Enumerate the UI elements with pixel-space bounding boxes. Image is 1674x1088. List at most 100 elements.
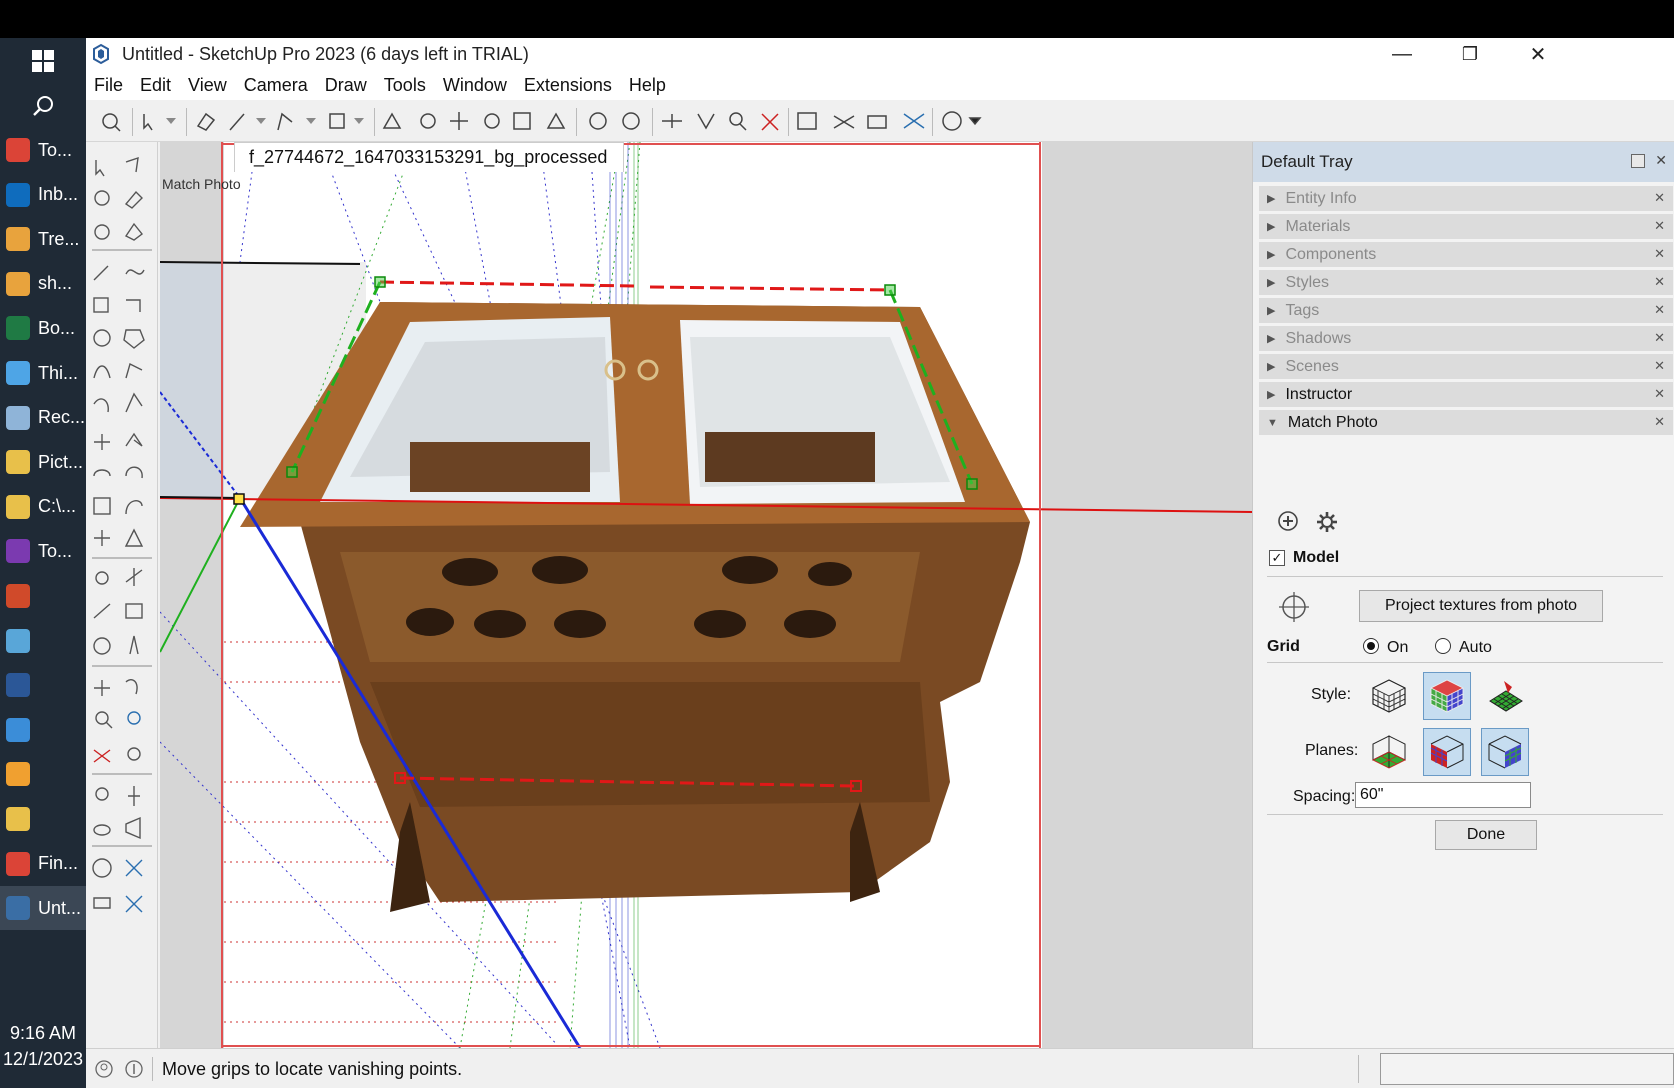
panel-entity-info[interactable]: ▶ Entity Info ✕ xyxy=(1259,186,1673,212)
pin-icon[interactable] xyxy=(1631,154,1645,168)
close-icon[interactable]: ✕ xyxy=(1655,152,1667,169)
panel-label: Materials xyxy=(1285,217,1351,235)
divider xyxy=(1267,576,1663,577)
model-checkbox[interactable]: ✓ xyxy=(1269,550,1285,566)
status-bar: Move grips to locate vanishing points. xyxy=(86,1048,1674,1088)
drawing-viewport[interactable]: f_27744672_1647033153291_bg_processed Ma… xyxy=(160,142,1252,1048)
menu-camera[interactable]: Camera xyxy=(244,75,308,96)
grid-on-radio[interactable] xyxy=(1363,638,1379,654)
close-button[interactable]: ✕ xyxy=(1504,38,1572,70)
close-icon[interactable]: ✕ xyxy=(1654,190,1665,206)
menu-window[interactable]: Window xyxy=(443,75,507,96)
crosshair-icon[interactable] xyxy=(1279,592,1309,622)
tray-header: Default Tray ✕ xyxy=(1253,142,1674,182)
panel-styles[interactable]: ▶ Styles ✕ xyxy=(1259,270,1673,296)
gear-icon[interactable] xyxy=(1315,510,1339,534)
panel-label: Shadows xyxy=(1285,329,1352,347)
divider xyxy=(1358,1055,1359,1083)
menu-help[interactable]: Help xyxy=(629,75,666,96)
grid-style-color-icon[interactable] xyxy=(1423,672,1471,720)
grid-auto-radio[interactable] xyxy=(1435,638,1451,654)
close-icon[interactable]: ✕ xyxy=(1654,302,1665,318)
model-label: Model xyxy=(1293,549,1340,566)
grid-on-label: On xyxy=(1387,639,1409,656)
spacing-input[interactable]: 60" xyxy=(1355,782,1531,808)
search-icon[interactable] xyxy=(0,84,86,128)
taskbar-item[interactable]: Thi... xyxy=(0,351,86,395)
folder-icon xyxy=(6,494,30,519)
menu-extensions[interactable]: Extensions xyxy=(524,75,612,96)
geolocation-icon[interactable] xyxy=(94,1059,114,1079)
close-icon[interactable]: ✕ xyxy=(1654,274,1665,290)
taskbar-item[interactable]: To... xyxy=(0,128,86,172)
mail-icon xyxy=(6,271,30,296)
project-textures-button[interactable]: Project textures from photo xyxy=(1359,590,1603,622)
panel-shadows[interactable]: ▶ Shadows ✕ xyxy=(1259,326,1673,352)
grid-style-flat-icon[interactable] xyxy=(1481,672,1529,720)
taskbar-item[interactable] xyxy=(0,797,86,841)
measurements-box[interactable] xyxy=(1380,1053,1674,1085)
taskbar-item[interactable]: To... xyxy=(0,529,86,573)
menu-file[interactable]: File xyxy=(94,75,123,96)
panel-materials[interactable]: ▶ Materials ✕ xyxy=(1259,214,1673,240)
add-photo-icon[interactable] xyxy=(1277,510,1299,532)
recycle-bin-icon xyxy=(6,405,30,430)
spacing-label: Spacing: xyxy=(1293,788,1356,805)
taskbar-item[interactable]: Rec... xyxy=(0,396,86,440)
taskbar-item-label: Bo... xyxy=(38,317,76,338)
panel-instructor[interactable]: ▶ Instructor ✕ xyxy=(1259,382,1673,408)
done-button[interactable]: Done xyxy=(1435,820,1537,850)
scene-tab[interactable]: f_27744672_1647033153291_bg_processed xyxy=(234,142,625,172)
taskbar-item-label: sh... xyxy=(38,273,73,294)
taskbar-item[interactable]: C:\... xyxy=(0,485,86,529)
grid-auto-label: Auto xyxy=(1459,639,1492,656)
word-icon xyxy=(6,673,30,698)
taskbar-item[interactable]: Fin... xyxy=(0,842,86,886)
close-icon[interactable]: ✕ xyxy=(1654,386,1665,402)
plane-blue-icon[interactable] xyxy=(1481,728,1529,776)
panel-label: Styles xyxy=(1285,273,1330,291)
window-title: Untitled - SketchUp Pro 2023 (6 days lef… xyxy=(122,43,529,64)
maximize-button[interactable]: ❐ xyxy=(1436,38,1504,70)
taskbar-item[interactable] xyxy=(0,619,86,663)
taskbar-item[interactable]: Pict... xyxy=(0,440,86,484)
taskbar-item[interactable] xyxy=(0,574,86,618)
taskbar-item[interactable]: Tre... xyxy=(0,217,86,261)
menu-edit[interactable]: Edit xyxy=(140,75,171,96)
info-icon[interactable] xyxy=(124,1059,144,1079)
minimize-button[interactable]: — xyxy=(1368,38,1436,70)
expand-right-icon: ▶ xyxy=(1267,193,1276,205)
planes-label: Planes: xyxy=(1305,742,1359,759)
menu-tools[interactable]: Tools xyxy=(384,75,426,96)
taskbar-item[interactable]: sh... xyxy=(0,262,86,306)
close-icon[interactable]: ✕ xyxy=(1654,330,1665,346)
panel-tags[interactable]: ▶ Tags ✕ xyxy=(1259,298,1673,324)
taskbar-item[interactable]: Bo... xyxy=(0,306,86,350)
plane-red-icon[interactable] xyxy=(1423,728,1471,776)
close-icon[interactable]: ✕ xyxy=(1654,358,1665,374)
windows-start-icon[interactable] xyxy=(0,38,86,84)
close-icon[interactable]: ✕ xyxy=(1654,246,1665,262)
grid-style-wire-icon[interactable] xyxy=(1365,672,1413,720)
close-icon[interactable]: ✕ xyxy=(1654,218,1665,234)
monitor-icon xyxy=(6,717,30,742)
taskbar-item[interactable]: Unt... xyxy=(0,886,86,931)
match-photo-scene[interactable] xyxy=(160,142,1252,1048)
plane-ground-icon[interactable] xyxy=(1365,728,1413,776)
panel-label: Match Photo xyxy=(1287,413,1378,431)
panel-scenes[interactable]: ▶ Scenes ✕ xyxy=(1259,354,1673,380)
close-icon[interactable]: ✕ xyxy=(1654,414,1665,430)
divider xyxy=(1267,662,1663,663)
taskbar-item[interactable] xyxy=(0,708,86,752)
menu-view[interactable]: View xyxy=(188,75,227,96)
taskbar-item[interactable] xyxy=(0,663,86,707)
taskbar-item[interactable]: Inb... xyxy=(0,173,86,217)
excel-icon xyxy=(6,316,30,341)
taskbar-item[interactable] xyxy=(0,752,86,796)
panel-match-photo[interactable]: ▼ Match Photo ✕ xyxy=(1259,410,1673,436)
clock[interactable]: 9:16 AM 12/1/2023 xyxy=(0,1012,86,1088)
menu-draw[interactable]: Draw xyxy=(325,75,367,96)
expand-down-icon: ▼ xyxy=(1267,416,1278,429)
panel-components[interactable]: ▶ Components ✕ xyxy=(1259,242,1673,268)
panel-label: Tags xyxy=(1285,301,1320,319)
